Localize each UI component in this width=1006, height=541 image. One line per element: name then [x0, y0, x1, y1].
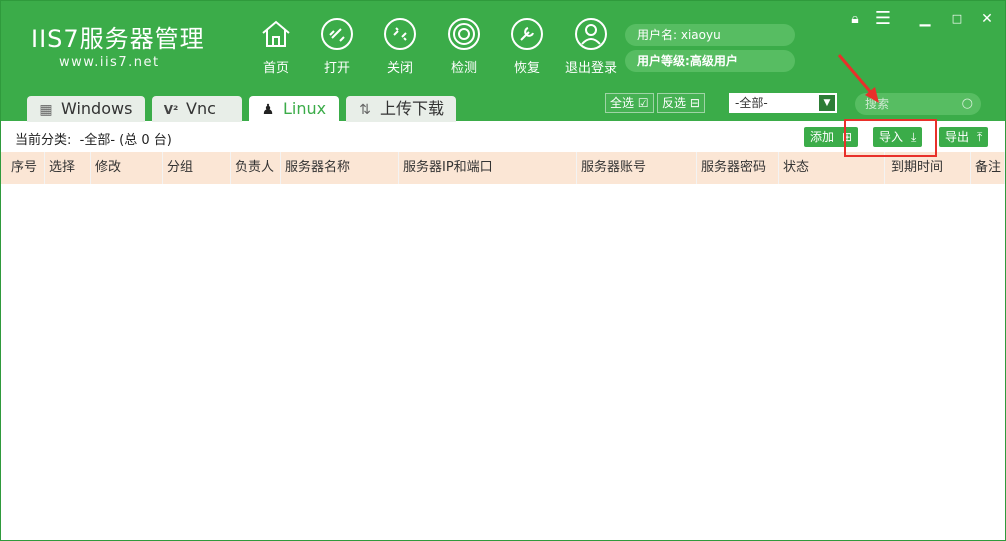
brand-url: www.iis7.net [59, 55, 160, 70]
export-label: 导出 [945, 130, 970, 144]
tab-linux[interactable]: ♟ Linux [249, 96, 339, 123]
col-server-name[interactable]: 服务器名称 [281, 152, 399, 184]
current-category: 当前分类: -全部- (总 0 台) [15, 129, 172, 148]
group-filter-select[interactable]: -全部- ▼ [729, 93, 837, 113]
tab-vnc-label: Vnc [186, 99, 216, 118]
username-value: xiaoyu [680, 28, 721, 42]
col-group[interactable]: 分组 [163, 152, 231, 184]
col-server-password[interactable]: 服务器密码 [697, 152, 779, 184]
invert-icon: ⊟ [686, 96, 700, 110]
close-window-button[interactable]: ✕ [977, 9, 997, 29]
home-button[interactable]: 首页 [246, 17, 306, 76]
col-server-account[interactable]: 服务器账号 [577, 152, 697, 184]
category-label: 当前分类: [15, 133, 72, 148]
vnc-icon: V² [163, 103, 179, 117]
close-label: 关闭 [386, 61, 413, 76]
detect-button[interactable]: 检测 [434, 17, 494, 76]
maximize-icon: □ [951, 12, 963, 25]
export-button[interactable]: 导出 ⤒ [939, 127, 989, 147]
col-index[interactable]: 序号 [7, 152, 45, 184]
link-icon [321, 18, 353, 50]
tab-upload-download-label: 上传下载 [380, 99, 445, 118]
restore-button[interactable]: 恢复 [497, 17, 557, 76]
close-icon: ✕ [981, 11, 993, 27]
brand-title: IIS7服务器管理 [31, 25, 205, 53]
minimize-button[interactable]: ▁ [915, 9, 935, 29]
logout-label: 退出登录 [564, 61, 617, 76]
username-line: 用户名: xiaoyu [625, 24, 795, 46]
minimize-icon: ▁ [919, 11, 931, 27]
select-all-label: 全选 [610, 96, 635, 110]
user-icon [575, 18, 607, 50]
col-select[interactable]: 选择 [45, 152, 91, 184]
checkbox-icon: ☑ [634, 96, 649, 110]
import-highlight-box [844, 119, 937, 157]
home-icon [262, 20, 290, 47]
tab-vnc[interactable]: V² Vnc [152, 96, 242, 122]
col-notes[interactable]: 备注 [971, 152, 1005, 184]
annotation-arrow-icon [837, 54, 879, 103]
invert-label: 反选 [662, 96, 687, 110]
user-level-line: 用户等级:高级用户 [625, 50, 795, 72]
lock-button[interactable]: 🔒︎ [845, 9, 865, 29]
add-label: 添加 [810, 130, 835, 144]
open-button[interactable]: 打开 [307, 17, 367, 76]
tab-linux-label: Linux [283, 99, 327, 118]
windows-icon: ▦ [39, 102, 53, 118]
home-label: 首页 [262, 61, 289, 76]
search-icon: ○ [961, 96, 973, 111]
tab-windows-label: Windows [61, 99, 133, 118]
wrench-icon [511, 18, 543, 50]
open-label: 打开 [323, 61, 350, 76]
col-edit[interactable]: 修改 [91, 152, 163, 184]
close-button[interactable]: 关闭 [370, 17, 430, 76]
window-controls: 🔒︎ ☰ ▁ □ ✕ [845, 9, 995, 29]
category-value: -全部- (总 0 台) [79, 133, 172, 148]
filter-value: -全部- [735, 96, 768, 110]
select-all-button[interactable]: 全选 ☑ [605, 93, 654, 113]
detect-label: 检测 [450, 61, 477, 76]
transfer-icon: ⇅ [359, 102, 371, 118]
lock-icon: 🔒︎ [851, 11, 859, 27]
tab-windows[interactable]: ▦ Windows [27, 96, 145, 122]
col-owner[interactable]: 负责人 [231, 152, 281, 184]
radar-icon [448, 18, 480, 50]
unlink-icon [384, 18, 416, 50]
logo: IIS7服务器管理 www.iis7.net [31, 25, 205, 70]
user-level-label: 用户等级: [637, 54, 690, 68]
tab-upload-download[interactable]: ⇅ 上传下载 [346, 96, 456, 122]
username-label: 用户名: [637, 28, 678, 42]
invert-selection-button[interactable]: 反选 ⊟ [657, 93, 705, 113]
upload-icon: ⤒ [977, 130, 983, 144]
linux-icon: ♟ [261, 102, 275, 118]
restore-label: 恢复 [513, 61, 540, 76]
maximize-button[interactable]: □ [947, 9, 967, 29]
user-info: 用户名: xiaoyu 用户等级:高级用户 [625, 24, 795, 76]
menu-icon: ☰ [874, 8, 892, 29]
app-window: IIS7服务器管理 www.iis7.net 首页 打开 关闭 检测 恢复 退出… [0, 0, 1006, 541]
user-level-value: 高级用户 [689, 54, 738, 68]
logout-button[interactable]: 退出登录 [561, 17, 621, 76]
menu-button[interactable]: ☰ [873, 9, 893, 29]
table-body [1, 184, 1005, 540]
col-server-ip-port[interactable]: 服务器IP和端口 [399, 152, 577, 184]
